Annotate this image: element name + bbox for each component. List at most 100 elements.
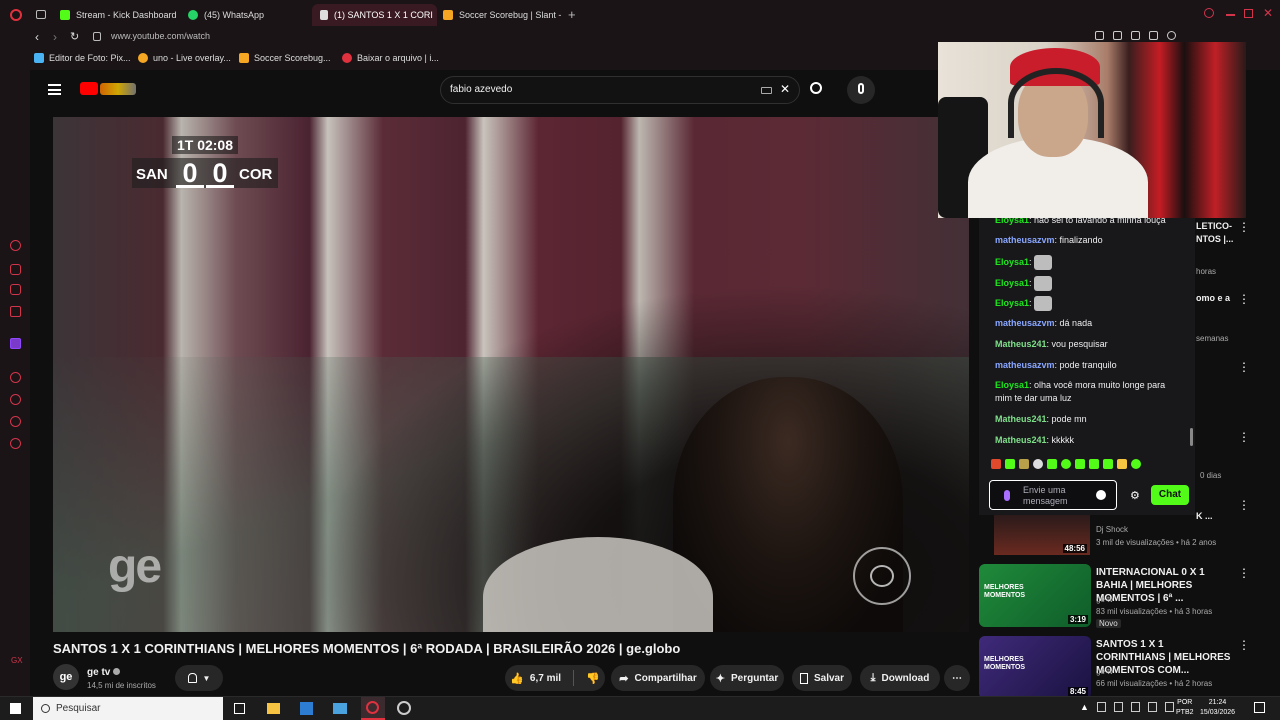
emoji-icon[interactable] <box>1096 490 1106 500</box>
task-view-icon[interactable] <box>234 703 245 714</box>
chat-username[interactable]: Matheus241 <box>995 339 1047 349</box>
more-actions-icon[interactable]: ⋮ <box>1238 498 1250 512</box>
emote-icon[interactable] <box>991 459 1001 469</box>
chat-username[interactable]: Eloysa1 <box>995 257 1029 267</box>
heart-icon[interactable] <box>1167 31 1176 40</box>
dislike-icon[interactable]: 👎 <box>586 672 600 685</box>
twitch-icon[interactable] <box>10 338 21 349</box>
instagram-icon[interactable] <box>10 284 21 295</box>
channel-avatar[interactable]: ge <box>53 664 79 690</box>
close-window-icon[interactable]: ✕ <box>1263 6 1273 20</box>
share-button[interactable]: ➦ Compartilhar <box>611 665 705 691</box>
ask-button[interactable]: ✦ Perguntar <box>710 665 784 691</box>
more-actions-button[interactable]: ⋯ <box>944 665 970 691</box>
chat-username[interactable]: matheusazvm <box>995 360 1055 370</box>
search-button-icon[interactable] <box>810 82 822 94</box>
tray-app-icon[interactable] <box>1096 702 1106 712</box>
camera-icon[interactable] <box>1113 31 1122 40</box>
volume-icon[interactable] <box>1164 702 1174 712</box>
emote-icon[interactable] <box>1117 459 1127 469</box>
tray-app-icon[interactable] <box>1113 702 1123 712</box>
more-actions-icon[interactable]: ⋮ <box>1238 430 1250 444</box>
mail-icon[interactable] <box>333 703 347 714</box>
new-tab-icon[interactable]: + <box>568 7 576 22</box>
more-actions-icon[interactable]: ⋮ <box>1238 220 1250 234</box>
recommended-title[interactable]: INTERNACIONAL 0 X 1 BAHIA | MELHORES MOM… <box>1096 566 1231 605</box>
emote-icon[interactable] <box>1103 459 1113 469</box>
video-thumbnail[interactable]: MELHORES MOMENTOS 3:19 <box>979 564 1091 627</box>
tab-kick-dashboard[interactable]: Stream - Kick Dashboard <box>60 4 185 26</box>
pin-icon[interactable] <box>1095 31 1104 40</box>
search-tabs-icon[interactable] <box>1204 8 1214 18</box>
like-count[interactable]: 6,7 mil <box>530 673 561 684</box>
clear-search-icon[interactable]: ✕ <box>780 82 790 96</box>
more-actions-icon[interactable]: ⋮ <box>1238 638 1250 652</box>
search-input[interactable]: fabio azevedo <box>450 84 512 95</box>
emote-icon[interactable] <box>1131 459 1141 469</box>
emote-icon[interactable] <box>1019 459 1029 469</box>
settings-icon[interactable] <box>10 438 21 449</box>
save-button[interactable]: Salvar <box>792 665 852 691</box>
channel-name[interactable]: ge tv <box>87 667 121 678</box>
bookmark-scorebug[interactable]: Soccer Scorebug... <box>239 53 331 63</box>
forward-icon[interactable]: › <box>53 30 57 44</box>
taskbar-search[interactable]: Pesquisar <box>33 697 223 720</box>
chat-settings-icon[interactable]: ⚙ <box>1130 489 1140 502</box>
chat-input[interactable]: Envie uma mensagem <box>989 480 1117 510</box>
shield-icon[interactable] <box>1131 31 1140 40</box>
url-field[interactable]: www.youtube.com/watch <box>111 31 210 41</box>
opera-logo-icon[interactable] <box>10 9 22 21</box>
emote-icon[interactable] <box>1075 459 1085 469</box>
tab-whatsapp[interactable]: (45) WhatsApp <box>188 4 303 26</box>
tab-soccer-scorebug[interactable]: Soccer Scorebug | Slant - <box>443 4 563 26</box>
play-icon[interactable] <box>1149 31 1158 40</box>
bookmark-icon[interactable] <box>10 394 21 405</box>
chevron-up-icon[interactable]: ▲ <box>1080 702 1089 712</box>
video-thumbnail[interactable]: MELHORES MOMENTOS 8:45 <box>979 636 1091 699</box>
aria-icon[interactable] <box>10 240 21 251</box>
gmail-icon[interactable] <box>10 306 21 317</box>
network-icon[interactable] <box>1147 702 1157 712</box>
microphone-icon[interactable] <box>1004 490 1010 501</box>
file-explorer-icon[interactable] <box>267 703 280 714</box>
emote-icon[interactable] <box>1089 459 1099 469</box>
more-actions-icon[interactable]: ⋮ <box>1238 360 1250 374</box>
download-button[interactable]: ⤓ Download <box>860 665 940 691</box>
chat-username[interactable]: matheusazvm <box>995 235 1055 245</box>
reload-icon[interactable]: ↻ <box>70 30 79 43</box>
chat-username[interactable]: Eloysa1 <box>995 380 1029 390</box>
bookmark-baixar[interactable]: Baixar o arquivo | i... <box>342 53 439 63</box>
tab-overview-icon[interactable] <box>36 10 46 19</box>
clock-icon[interactable] <box>10 416 21 427</box>
minimize-icon[interactable] <box>1226 14 1235 16</box>
maximize-icon[interactable] <box>1244 9 1253 18</box>
windows-start-icon[interactable] <box>10 703 21 714</box>
chat-username[interactable]: Eloysa1 <box>995 298 1029 308</box>
more-actions-icon[interactable]: ⋮ <box>1238 566 1250 580</box>
store-icon[interactable] <box>300 702 313 715</box>
chat-username[interactable]: Matheus241 <box>995 435 1047 445</box>
language-indicator[interactable]: POR PTB2 <box>1176 698 1194 718</box>
chat-username[interactable]: matheusazvm <box>995 318 1055 328</box>
like-icon[interactable]: 👍 <box>510 672 524 685</box>
recommended-channel[interactable]: ge tv <box>1096 666 1113 678</box>
chat-username[interactable]: Matheus241 <box>995 414 1047 424</box>
recommended-video[interactable]: MELHORES MOMENTOS 3:19 INTERNACIONAL 0 X 1… <box>979 564 1250 628</box>
emote-icon[interactable] <box>1005 459 1015 469</box>
tray-app-icon[interactable] <box>1130 702 1140 712</box>
emote-icon[interactable] <box>1047 459 1057 469</box>
recommended-video[interactable]: MELHORES MOMENTOS 8:45 SANTOS 1 X 1 CORINT… <box>979 636 1250 699</box>
emote-icon[interactable] <box>1033 459 1043 469</box>
bookmark-pixlr[interactable]: Editor de Foto: Pix... <box>34 53 131 63</box>
messenger-icon[interactable] <box>10 264 21 275</box>
history-icon[interactable] <box>10 372 21 383</box>
chat-send-button[interactable]: Chat <box>1151 485 1189 505</box>
tab-youtube-video[interactable]: (1) SANTOS 1 X 1 CORI <box>312 4 437 26</box>
subscribe-bell-button[interactable]: ▼ <box>175 665 223 691</box>
chat-scrollbar[interactable] <box>1190 428 1193 446</box>
menu-icon[interactable] <box>48 84 61 95</box>
more-actions-icon[interactable]: ⋮ <box>1238 292 1250 306</box>
notification-icon[interactable] <box>1254 702 1265 713</box>
recommended-partial-4[interactable]: 48:56 <box>994 515 1090 555</box>
recommended-title[interactable]: SANTOS 1 X 1 CORINTHIANS | MELHORES MOME… <box>1096 638 1231 677</box>
